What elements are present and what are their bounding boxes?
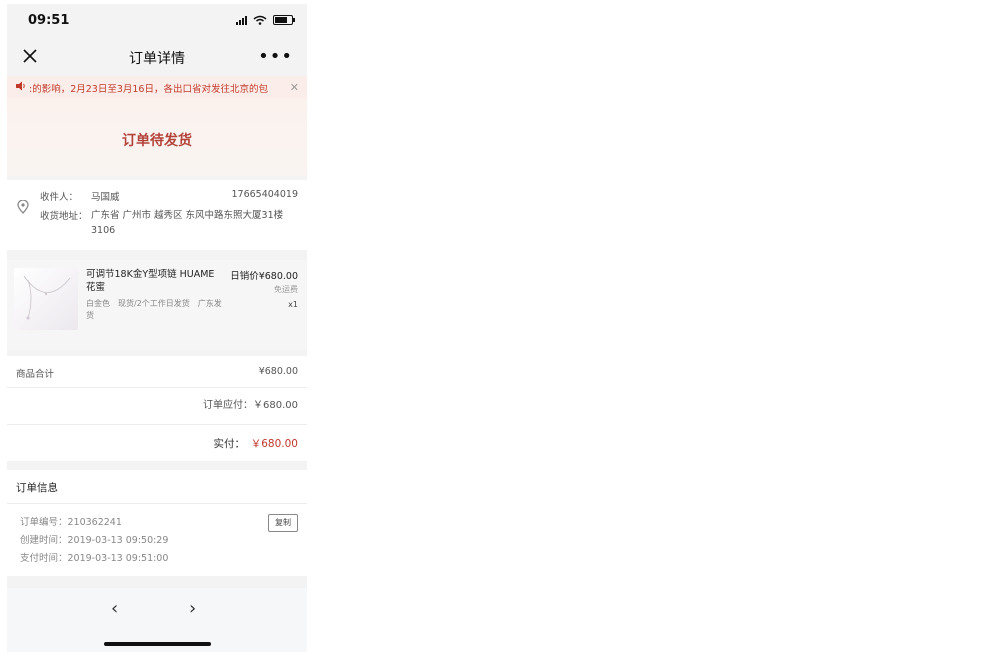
recipient-name: 马国威: [91, 192, 120, 203]
phone-screen: 09:51 订单详情 ••• :的影响，2月23日至3月16日，各出口省对发往北…: [7, 4, 307, 652]
totals-card: 商品合计 ¥680.00 订单应付：￥680.00 实付： ￥680.00: [7, 356, 307, 461]
recipient-phone: 17665404019: [231, 189, 299, 200]
order-due: 订单应付：￥680.00: [203, 400, 298, 411]
subtotal-value: ¥680.00: [258, 366, 298, 377]
paid-value: ￥680.00: [250, 438, 298, 450]
created-time: 创建时间：2019-03-13 09:50:29: [20, 535, 169, 546]
order-status: 订单待发货: [122, 133, 192, 149]
location-pin-icon: [17, 200, 29, 214]
address-card[interactable]: 收件人： 马国威 17665404019 收货地址： 广东省 广州市 越秀区 东…: [7, 180, 307, 250]
bottom-toolbar: ‹ ›: [7, 588, 307, 652]
product-price: 日销价¥680.00: [230, 271, 298, 282]
status-icons: [236, 15, 295, 25]
subtotal-label: 商品合计: [16, 369, 55, 380]
product-spec: 白金色 现货/2个工作日发货 广东发货: [86, 299, 222, 320]
wifi-icon: [253, 15, 267, 25]
forward-arrow-icon[interactable]: ›: [189, 598, 196, 619]
product-item[interactable]: 可调节18K金Y型项链 HUAME 花蜜 日销价¥680.00 免运费 白金色 …: [7, 260, 307, 350]
order-number: 订单编号：210362241: [20, 517, 122, 528]
product-thumbnail[interactable]: [14, 268, 78, 330]
signal-icon: [236, 15, 247, 25]
product-title: 可调节18K金Y型项链 HUAME 花蜜: [86, 269, 215, 293]
product-shipping: 免运费: [274, 285, 298, 294]
paid-label: 实付：: [213, 438, 246, 450]
address-label: 收货地址：: [40, 211, 88, 222]
copy-button[interactable]: 复制: [268, 514, 298, 532]
order-info-title: 订单信息: [16, 482, 58, 494]
recipient-label: 收件人：: [40, 192, 79, 203]
divider: [7, 424, 307, 425]
address-text: 广东省 广州市 越秀区 东风中路东照大厦31楼3106: [91, 210, 284, 236]
notice-text: :的影响，2月23日至3月16日，各出口省对发往北京的包: [29, 84, 268, 95]
order-status-banner: 订单待发货: [7, 98, 307, 176]
divider: [7, 503, 307, 504]
notice-close-icon[interactable]: ✕: [290, 81, 299, 94]
divider: [7, 387, 307, 388]
status-time: 09:51: [28, 13, 70, 28]
nav-bar: 订单详情 •••: [7, 38, 307, 76]
status-bar: 09:51: [7, 4, 307, 38]
more-icon[interactable]: •••: [258, 46, 293, 67]
notice-bar: :的影响，2月23日至3月16日，各出口省对发往北京的包 ✕: [7, 76, 307, 98]
back-arrow-icon[interactable]: ‹: [111, 598, 118, 619]
paid-time: 支付时间：2019-03-13 09:51:00: [20, 553, 169, 564]
product-qty: x1: [288, 300, 298, 309]
order-info-card: 订单信息 订单编号：210362241 创建时间：2019-03-13 09:5…: [7, 470, 307, 576]
home-indicator[interactable]: [104, 642, 211, 646]
speaker-icon: [16, 81, 25, 91]
necklace-image: [23, 275, 71, 320]
battery-icon: [273, 15, 295, 25]
